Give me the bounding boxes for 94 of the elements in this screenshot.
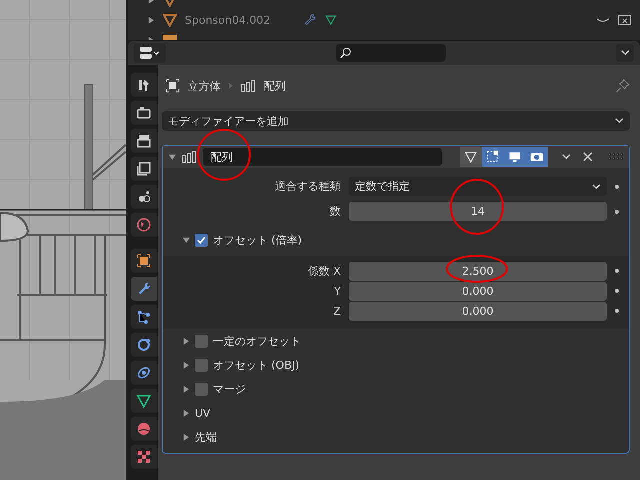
editor-type-button[interactable] bbox=[134, 43, 166, 63]
search-icon bbox=[340, 47, 352, 59]
separator-icon bbox=[229, 83, 233, 89]
properties-tab[interactable] bbox=[131, 129, 157, 153]
chevron-icon bbox=[562, 154, 571, 160]
options-dropdown[interactable] bbox=[616, 44, 634, 62]
physics-tab-icon bbox=[136, 337, 152, 353]
fit-type-dropdown[interactable]: 定数で指定 bbox=[349, 177, 607, 196]
subpanel-title: UV bbox=[195, 406, 211, 420]
disclosure-triangle-icon[interactable] bbox=[183, 410, 190, 416]
field-label: 係数 X bbox=[306, 264, 342, 278]
keyframe-dot[interactable] bbox=[615, 269, 619, 273]
wrench-icon bbox=[303, 13, 317, 27]
number-field[interactable]: 0.000 bbox=[349, 282, 607, 300]
tool-tab-icon bbox=[136, 77, 152, 93]
edit-mode-icon bbox=[486, 150, 500, 164]
object-name: 立方体 bbox=[188, 78, 221, 94]
disclosure-triangle-icon[interactable] bbox=[148, 16, 155, 24]
keyframe-dot[interactable] bbox=[615, 289, 619, 293]
cage-toggle[interactable] bbox=[460, 147, 482, 167]
checkbox[interactable] bbox=[195, 234, 208, 246]
object-icon bbox=[166, 79, 180, 93]
output-tab-icon bbox=[136, 133, 152, 149]
collapse-icon[interactable] bbox=[169, 154, 176, 160]
object-name[interactable]: Sponson04.002 bbox=[185, 14, 295, 26]
number-field[interactable]: 14 bbox=[349, 202, 607, 221]
object-tab-icon bbox=[136, 253, 152, 269]
properties-tab[interactable] bbox=[131, 249, 157, 273]
disclosure-triangle-icon[interactable] bbox=[183, 386, 190, 392]
properties-tab[interactable] bbox=[131, 445, 157, 469]
scene-tab-icon bbox=[136, 189, 152, 205]
cone-icon bbox=[163, 13, 177, 27]
subpanel-title: オフセット (倍率) bbox=[213, 232, 302, 248]
annotation-circle bbox=[197, 129, 251, 181]
keyframe-dot[interactable] bbox=[615, 210, 619, 214]
modifier-name: 配列 bbox=[264, 78, 286, 94]
disclosure-triangle-icon[interactable] bbox=[183, 434, 190, 440]
properties-tab[interactable] bbox=[131, 213, 157, 237]
field-label: 数 bbox=[329, 204, 342, 219]
subpanel-title: 先端 bbox=[195, 430, 217, 444]
editor-type-icon bbox=[139, 47, 161, 59]
properties-tab[interactable] bbox=[131, 73, 157, 97]
render-tab-icon bbox=[136, 105, 152, 121]
properties-tab[interactable] bbox=[131, 157, 157, 181]
annotation-circle bbox=[446, 255, 508, 283]
properties-tab[interactable] bbox=[131, 305, 157, 329]
properties-tab[interactable] bbox=[131, 277, 157, 301]
camera-icon[interactable] bbox=[618, 14, 632, 26]
array-icon bbox=[241, 80, 256, 92]
properties-tab[interactable] bbox=[131, 333, 157, 357]
world-tab-icon bbox=[136, 217, 152, 233]
properties-tab[interactable] bbox=[131, 101, 157, 125]
close-icon[interactable] bbox=[583, 152, 593, 162]
checkbox[interactable] bbox=[195, 358, 208, 372]
constraints-tab-icon bbox=[136, 365, 152, 381]
chevron-icon bbox=[615, 118, 624, 124]
subpanel-title: オフセット (OBJ) bbox=[213, 358, 300, 372]
disclosure-triangle-icon[interactable] bbox=[183, 362, 190, 368]
keyframe-dot[interactable] bbox=[615, 184, 619, 188]
field-label: 適合する種類 bbox=[274, 179, 342, 194]
disclosure-triangle-icon[interactable] bbox=[183, 338, 190, 344]
viewlayer-tab-icon bbox=[136, 161, 152, 177]
name-field[interactable]: 配列 bbox=[203, 148, 442, 166]
keyframe-dot[interactable] bbox=[615, 309, 619, 313]
drag-handle-icon[interactable] bbox=[609, 154, 623, 160]
number-field[interactable]: 0.000 bbox=[349, 302, 607, 320]
subpanel-title: 一定のオフセット bbox=[213, 334, 301, 348]
texture-tab-icon bbox=[136, 449, 152, 465]
properties-tab[interactable] bbox=[131, 389, 157, 413]
checkbox[interactable] bbox=[195, 334, 208, 348]
search-field[interactable] bbox=[336, 44, 446, 62]
triangle-icon bbox=[464, 150, 478, 164]
add-modifier-dropdown[interactable]: モディファイアーを追加 bbox=[162, 111, 630, 131]
disclosure-triangle-icon[interactable] bbox=[183, 236, 190, 244]
field-label: Y bbox=[333, 284, 342, 298]
properties-tab[interactable] bbox=[131, 417, 157, 441]
monitor-icon bbox=[508, 150, 522, 164]
field-label: Z bbox=[332, 304, 342, 318]
pin-icon[interactable] bbox=[616, 79, 630, 93]
array-icon bbox=[182, 151, 197, 163]
edit-mode-toggle[interactable] bbox=[482, 147, 504, 167]
data-tab-icon bbox=[136, 393, 152, 409]
camera-toggle[interactable] bbox=[526, 147, 548, 167]
chevron-icon bbox=[620, 50, 630, 56]
properties-tab[interactable] bbox=[131, 185, 157, 209]
chevron-icon bbox=[592, 184, 601, 190]
subpanel-title: マージ bbox=[213, 382, 246, 396]
mesh-icon bbox=[325, 14, 337, 26]
particles-tab-icon bbox=[136, 309, 152, 325]
properties-tab[interactable] bbox=[131, 361, 157, 385]
material-tab-icon bbox=[136, 421, 152, 437]
annotation-circle bbox=[450, 179, 504, 235]
number-field[interactable]: 2.500 bbox=[349, 262, 607, 280]
checkbox[interactable] bbox=[195, 382, 208, 396]
